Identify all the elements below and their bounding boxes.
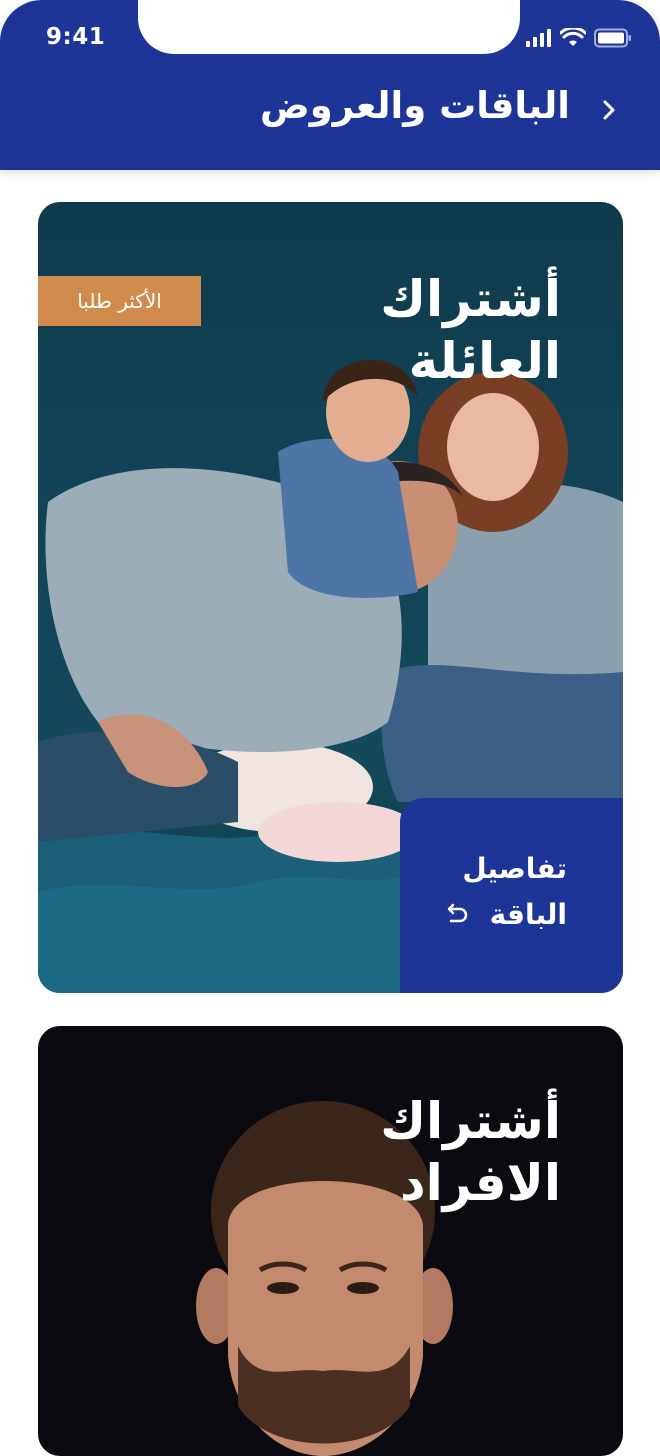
back-button[interactable]: [594, 92, 624, 128]
most-requested-badge: الأكثر طلبا: [38, 276, 201, 326]
package-details-label-line1: تفاصيل: [462, 852, 567, 885]
package-details-label-line2: الباقة: [489, 898, 567, 931]
device-notch: [138, 0, 520, 54]
page-title: الباقات والعروض: [259, 84, 570, 127]
individual-card-title-line1: أشتراك: [380, 1092, 561, 1150]
wifi-icon: [560, 28, 586, 46]
individual-card-title-line2: الافراد: [399, 1154, 561, 1212]
family-subscription-card[interactable]: أشتراك العائلة الأكثر طلبا تفاصيل الباقة: [38, 202, 623, 993]
app-header: 9:41 الباقات والعروض: [0, 0, 660, 170]
signal-icon: [526, 29, 551, 47]
status-time: 9:41: [46, 24, 106, 50]
package-details-button[interactable]: تفاصيل الباقة: [400, 798, 623, 993]
individual-subscription-card[interactable]: أشتراك الافراد: [38, 1026, 623, 1456]
battery-icon: [594, 28, 631, 48]
undo-arrow-icon: [447, 903, 468, 923]
family-card-title-line1: أشتراك: [380, 270, 561, 328]
family-card-title-line2: العائلة: [408, 332, 561, 390]
chevron-right-icon: [603, 100, 615, 120]
status-icons: [526, 28, 632, 48]
